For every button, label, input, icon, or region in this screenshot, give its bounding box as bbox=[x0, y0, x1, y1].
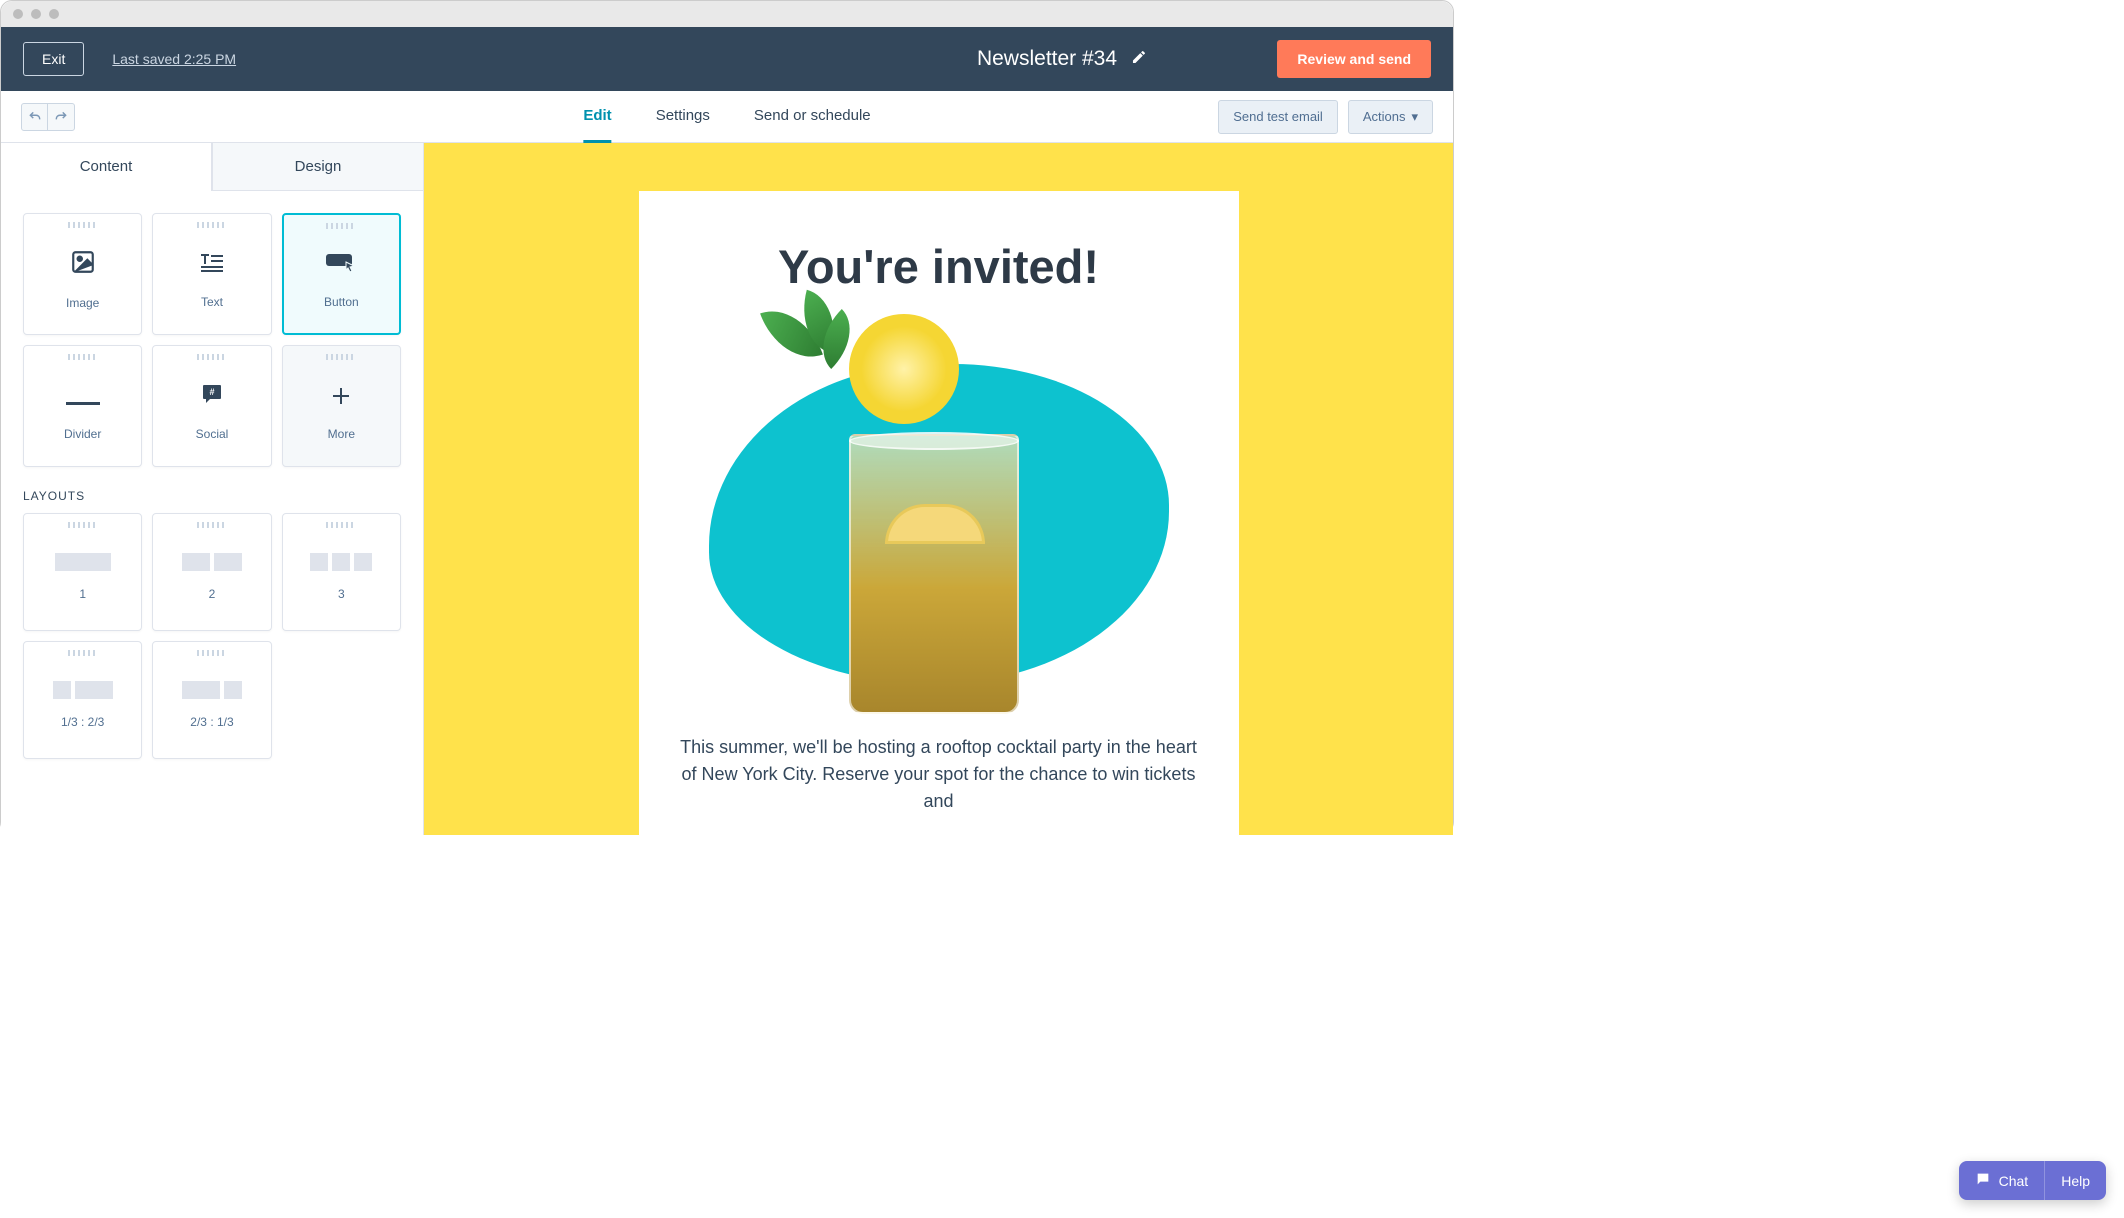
grip-icon bbox=[326, 354, 356, 360]
grip-icon bbox=[197, 650, 227, 656]
hero-image[interactable] bbox=[699, 324, 1179, 714]
block-button[interactable]: Button bbox=[282, 213, 401, 335]
email-headline: You're invited! bbox=[673, 239, 1205, 294]
block-text[interactable]: Text bbox=[152, 213, 271, 335]
toolbar-right: Send test email Actions ▾ bbox=[1218, 100, 1433, 134]
main-area: Content Design Image Text bbox=[1, 143, 1453, 835]
divider-icon bbox=[66, 381, 100, 413]
actions-label: Actions bbox=[1363, 109, 1406, 124]
document-title[interactable]: Newsletter #34 bbox=[977, 47, 1117, 71]
text-icon bbox=[199, 249, 225, 281]
layout-label: 1 bbox=[79, 587, 86, 601]
block-more[interactable]: More bbox=[282, 345, 401, 467]
nav-tabs: Edit Settings Send or schedule bbox=[583, 91, 870, 143]
layout-label: 2/3 : 1/3 bbox=[190, 715, 233, 729]
block-label: Social bbox=[196, 427, 229, 441]
sidebar-tabs: Content Design bbox=[1, 143, 423, 191]
redo-button[interactable] bbox=[48, 104, 74, 130]
layout-1-2-thirds[interactable]: 1/3 : 2/3 bbox=[23, 641, 142, 759]
document-title-wrap: Newsletter #34 bbox=[977, 47, 1147, 71]
grip-icon bbox=[326, 223, 356, 229]
layout-label: 2 bbox=[209, 587, 216, 601]
chevron-down-icon: ▾ bbox=[1411, 109, 1418, 125]
toolbar: Edit Settings Send or schedule Send test… bbox=[1, 91, 1453, 143]
layout-preview bbox=[53, 681, 113, 699]
canvas[interactable]: You're invited! This summer, we'll be ho… bbox=[424, 143, 1453, 835]
sidebar-tab-design[interactable]: Design bbox=[212, 143, 423, 191]
chat-label: Chat bbox=[1999, 1173, 2029, 1189]
block-label: Image bbox=[66, 296, 99, 310]
svg-text:#: # bbox=[209, 387, 214, 397]
email-body-text: This summer, we'll be hosting a rooftop … bbox=[673, 734, 1205, 815]
layout-2-1-thirds[interactable]: 2/3 : 1/3 bbox=[152, 641, 271, 759]
block-social[interactable]: # Social bbox=[152, 345, 271, 467]
send-test-email-button[interactable]: Send test email bbox=[1218, 100, 1338, 134]
grip-icon bbox=[68, 650, 98, 656]
review-send-button[interactable]: Review and send bbox=[1277, 40, 1431, 78]
block-divider[interactable]: Divider bbox=[23, 345, 142, 467]
block-label: Divider bbox=[64, 427, 101, 441]
sidebar: Content Design Image Text bbox=[1, 143, 424, 835]
chat-help-widget: Chat Help bbox=[1959, 1161, 2106, 1200]
help-button[interactable]: Help bbox=[2045, 1161, 2106, 1200]
actions-dropdown[interactable]: Actions ▾ bbox=[1348, 100, 1433, 134]
undo-redo-group bbox=[21, 103, 75, 131]
block-grid: Image Text Button bbox=[23, 213, 401, 467]
plus-icon bbox=[331, 381, 351, 413]
sidebar-tab-content[interactable]: Content bbox=[1, 143, 212, 191]
layout-grid: 1 2 3 1/3 : 2/3 bbox=[23, 513, 401, 759]
block-image[interactable]: Image bbox=[23, 213, 142, 335]
layout-preview bbox=[182, 553, 242, 571]
glass-icon bbox=[849, 384, 1029, 714]
layout-preview bbox=[182, 681, 242, 699]
window-dot bbox=[13, 9, 23, 19]
layout-label: 3 bbox=[338, 587, 345, 601]
grip-icon bbox=[197, 222, 227, 228]
grip-icon bbox=[68, 222, 98, 228]
layout-2col[interactable]: 2 bbox=[152, 513, 271, 631]
layout-1col[interactable]: 1 bbox=[23, 513, 142, 631]
window-dot bbox=[31, 9, 41, 19]
grip-icon bbox=[68, 522, 98, 528]
layout-preview bbox=[55, 553, 111, 571]
email-preview[interactable]: You're invited! This summer, we'll be ho… bbox=[639, 191, 1239, 835]
window-dot bbox=[49, 9, 59, 19]
image-icon bbox=[70, 249, 96, 282]
button-icon bbox=[326, 249, 356, 281]
layout-preview bbox=[310, 553, 372, 571]
layout-label: 1/3 : 2/3 bbox=[61, 715, 104, 729]
undo-button[interactable] bbox=[22, 104, 48, 130]
grip-icon bbox=[197, 522, 227, 528]
top-bar: Exit Last saved 2:25 PM Newsletter #34 R… bbox=[1, 27, 1453, 91]
social-icon: # bbox=[200, 381, 224, 413]
pencil-icon[interactable] bbox=[1131, 49, 1147, 70]
sidebar-content: Image Text Button bbox=[1, 191, 423, 781]
tab-send-schedule[interactable]: Send or schedule bbox=[754, 91, 871, 143]
block-label: Button bbox=[324, 295, 359, 309]
exit-button[interactable]: Exit bbox=[23, 42, 84, 76]
layouts-heading: LAYOUTS bbox=[23, 489, 401, 503]
layout-3col[interactable]: 3 bbox=[282, 513, 401, 631]
tab-settings[interactable]: Settings bbox=[656, 91, 710, 143]
chat-button[interactable]: Chat bbox=[1959, 1161, 2046, 1200]
last-saved-link[interactable]: Last saved 2:25 PM bbox=[112, 51, 236, 67]
grip-icon bbox=[326, 522, 356, 528]
window-titlebar bbox=[1, 1, 1453, 27]
block-label: More bbox=[328, 427, 355, 441]
chat-icon bbox=[1975, 1171, 1991, 1190]
tab-edit[interactable]: Edit bbox=[583, 91, 611, 143]
mint-leaves-icon bbox=[759, 294, 859, 384]
block-label: Text bbox=[201, 295, 223, 309]
grip-icon bbox=[68, 354, 98, 360]
help-label: Help bbox=[2061, 1173, 2090, 1189]
grip-icon bbox=[197, 354, 227, 360]
